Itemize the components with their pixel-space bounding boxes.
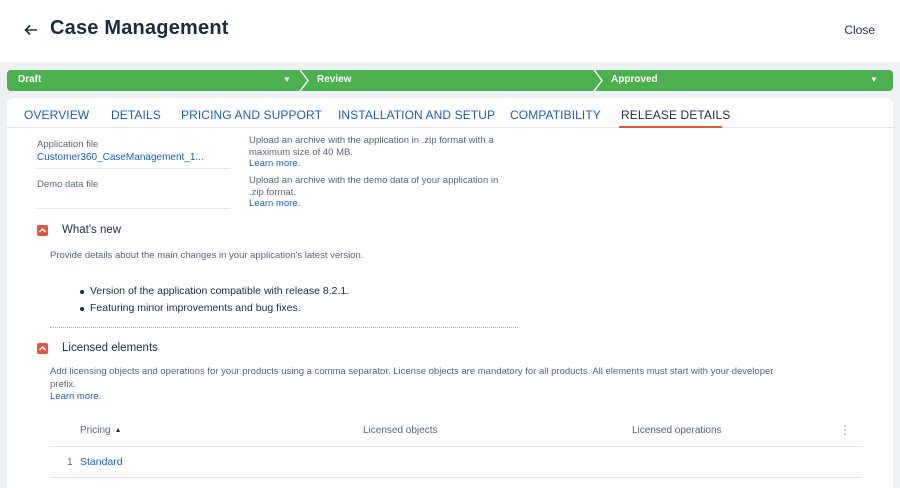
description-text: prefix. [50,378,76,390]
tab-compatibility[interactable]: COMPATIBILITY [510,108,601,122]
tab-overview[interactable]: OVERVIEW [24,108,89,122]
application-file-help: Upload an archive with the application i… [249,135,494,170]
chevron-up-icon[interactable] [37,225,48,236]
column-header-licensed-operations[interactable]: Licensed operations [632,425,722,436]
whats-new-title: What's new [62,224,122,236]
help-text: Upload an archive with the application i… [249,135,494,146]
divider [37,168,229,169]
demo-data-file-help: Upload an archive with the demo data of … [249,175,498,210]
column-header-pricing[interactable]: Pricing ▲ [80,425,122,436]
licensed-elements-title: Licensed elements [62,342,158,354]
release-details-card: OVERVIEW DETAILS PRICING AND SUPPORT INS… [7,98,893,488]
stage-review[interactable]: Review [309,70,595,91]
tab-bar: OVERVIEW DETAILS PRICING AND SUPPORT INS… [7,98,893,128]
table-header-divider [50,446,862,447]
description-text: Add licensing objects and operations for… [50,366,774,377]
learn-more-link[interactable]: Learn more. [249,198,498,210]
pricing-link[interactable]: Standard [80,456,123,468]
licensed-elements-description: Add licensing objects and operations for… [50,366,773,404]
list-item: Version of the application compatible wi… [78,285,349,302]
list-item: Featuring minor improvements and bug fix… [78,302,349,319]
tab-release-details[interactable]: RELEASE DETAILS [621,108,730,122]
page-title: Case Management [50,17,229,39]
table-row-divider [50,477,862,478]
stage-approved[interactable]: Approved ▼ [603,70,893,91]
chevron-down-icon[interactable]: ▼ [283,75,291,84]
page-header: Case Management Close [0,0,900,62]
more-options-icon[interactable]: ⋮ [839,423,851,437]
chevron-down-icon[interactable]: ▼ [870,75,878,84]
close-button[interactable]: Close [844,23,875,37]
application-file-link[interactable]: Customer360_CaseManagement_1... [37,152,204,163]
demo-data-file-label: Demo data file [37,179,99,190]
tab-pricing-and-support[interactable]: PRICING AND SUPPORT [181,108,322,122]
whats-new-list[interactable]: Version of the application compatible wi… [78,285,349,319]
stage-label: Draft [18,74,42,85]
column-header-licensed-objects[interactable]: Licensed objects [363,425,438,436]
column-label: Pricing [80,425,111,436]
active-tab-indicator [619,126,722,128]
help-text: Upload an archive with the demo data of … [249,175,499,186]
sort-ascending-icon[interactable]: ▲ [115,427,122,434]
stage-label: Approved [611,74,658,85]
application-file-label: Application file [37,139,99,150]
tab-installation-and-setup[interactable]: INSTALLATION AND SETUP [338,108,495,122]
whats-new-description: Provide details about the main changes i… [50,250,364,261]
learn-more-link[interactable]: Learn more. [50,391,773,404]
help-text: maximum size of 40 MB. [249,146,353,158]
help-text: .zip format. [249,186,296,198]
tab-details[interactable]: DETAILS [111,108,161,122]
chevron-up-icon[interactable] [37,343,48,354]
divider [37,208,229,209]
arrow-left-icon[interactable] [24,20,40,40]
divider [50,327,518,328]
stage-label: Review [317,74,352,85]
stage-bar: Draft ▼ Review Approved ▼ [7,70,893,91]
row-number: 1 [67,457,73,468]
stage-draft[interactable]: Draft ▼ [7,70,301,91]
learn-more-link[interactable]: Learn more. [249,158,494,170]
